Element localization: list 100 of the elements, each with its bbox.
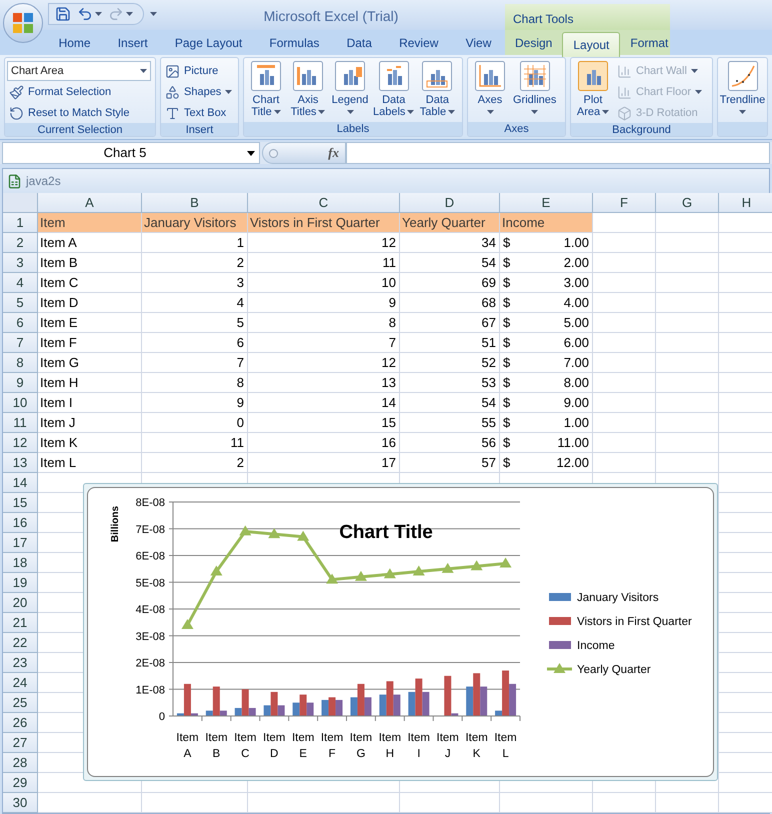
triangle-marker bbox=[442, 562, 454, 573]
trendline-icon bbox=[728, 61, 758, 91]
legend-icon bbox=[335, 61, 365, 91]
table-cell: 7 bbox=[142, 353, 248, 373]
column-header[interactable]: A bbox=[38, 193, 142, 213]
legend-line-icon bbox=[547, 663, 572, 673]
caret-icon bbox=[126, 12, 133, 16]
axis-title: Billions bbox=[110, 506, 121, 542]
column-header[interactable]: G bbox=[656, 193, 719, 213]
group-label: Background bbox=[571, 123, 712, 136]
ribbon-button[interactable]: Format Selection bbox=[7, 82, 151, 102]
column-header[interactable]: F bbox=[593, 193, 656, 213]
row-header[interactable]: 15 bbox=[3, 493, 38, 513]
column-header[interactable]: B bbox=[142, 193, 248, 213]
row-header[interactable]: 25 bbox=[3, 693, 38, 713]
ribbon-tab[interactable]: Review bbox=[393, 30, 444, 55]
table-cell: 15 bbox=[248, 413, 400, 433]
row-header[interactable]: 3 bbox=[3, 253, 38, 273]
column-header[interactable]: E bbox=[500, 193, 593, 213]
undo-icon[interactable] bbox=[77, 6, 93, 22]
row-header[interactable]: 11 bbox=[3, 413, 38, 433]
currency-symbol: $ bbox=[503, 434, 510, 452]
caret-icon bbox=[95, 12, 102, 16]
header-cell: Item bbox=[38, 213, 142, 233]
ribbon-button[interactable]: Axes bbox=[470, 60, 510, 122]
row-header[interactable]: 29 bbox=[3, 773, 38, 793]
ribbon-button[interactable]: Reset to Match Style bbox=[7, 103, 151, 123]
reset-icon bbox=[9, 106, 24, 120]
row-header[interactable]: 24 bbox=[3, 673, 38, 693]
row-header[interactable]: 4 bbox=[3, 273, 38, 293]
column-header[interactable]: D bbox=[400, 193, 500, 213]
row-header[interactable]: 21 bbox=[3, 613, 38, 633]
legend-label: January Visitors bbox=[577, 592, 659, 604]
name-box[interactable]: Chart 5 bbox=[2, 142, 260, 164]
row-header[interactable]: 1 bbox=[3, 213, 38, 233]
save-icon[interactable] bbox=[55, 6, 71, 22]
ribbon-tab[interactable]: Design bbox=[505, 30, 562, 55]
ribbon-button[interactable]: Legend bbox=[330, 60, 370, 122]
currency-symbol: $ bbox=[503, 334, 510, 352]
header-cell: Vistors in First Quarter bbox=[248, 213, 400, 233]
ribbon-button[interactable]: Plot Area bbox=[573, 60, 613, 122]
table-cell: 55 bbox=[400, 413, 500, 433]
group-label: Insert bbox=[161, 123, 238, 136]
row-header[interactable]: 9 bbox=[3, 373, 38, 393]
ribbon-button[interactable]: Data Labels bbox=[372, 60, 416, 122]
table-cell: Item A bbox=[38, 233, 142, 253]
paintbrush-icon bbox=[9, 84, 24, 100]
ribbon-button[interactable]: Axis Titles bbox=[288, 60, 328, 122]
row-header[interactable]: 22 bbox=[3, 633, 38, 653]
row-header[interactable]: 12 bbox=[3, 433, 38, 453]
tick-label: 8E-08 bbox=[136, 497, 165, 509]
row-header[interactable]: 20 bbox=[3, 593, 38, 613]
row-header[interactable]: 13 bbox=[3, 453, 38, 473]
ribbon-tab[interactable]: Home bbox=[52, 30, 97, 55]
row-header[interactable]: 16 bbox=[3, 513, 38, 533]
ribbon-tab[interactable]: View bbox=[460, 30, 498, 55]
ribbon-tab[interactable]: Page Layout bbox=[168, 30, 248, 55]
dropdown[interactable]: Chart Area bbox=[7, 61, 151, 81]
caret-icon bbox=[140, 69, 147, 73]
header-cell: Yearly Quarter bbox=[400, 213, 500, 233]
table-cell: 52 bbox=[400, 353, 500, 373]
row-header[interactable]: 2 bbox=[3, 233, 38, 253]
window-title: Microsoft Excel (Trial) bbox=[262, 7, 400, 26]
row-header[interactable]: 23 bbox=[3, 653, 38, 673]
row-header[interactable]: 5 bbox=[3, 293, 38, 313]
ribbon-button[interactable]: Shapes bbox=[163, 82, 234, 102]
triangle-marker bbox=[500, 558, 512, 568]
ribbon-tab[interactable]: Formulas bbox=[263, 30, 326, 55]
column-header[interactable]: C bbox=[248, 193, 400, 213]
ribbon-button[interactable]: Gridlines bbox=[512, 60, 558, 122]
row-header[interactable]: 17 bbox=[3, 533, 38, 553]
table-cell: 53 bbox=[400, 373, 500, 393]
triangle-marker bbox=[354, 570, 367, 581]
group-label: Axes bbox=[468, 122, 565, 136]
row-header[interactable]: 7 bbox=[3, 333, 38, 353]
ribbon-button[interactable]: Text Box bbox=[163, 103, 234, 123]
formula-input[interactable] bbox=[346, 142, 770, 164]
row-header[interactable]: 28 bbox=[3, 753, 38, 773]
row-header[interactable]: 27 bbox=[3, 733, 38, 753]
ribbon-tab[interactable]: Data bbox=[340, 30, 378, 55]
function-button[interactable]: fx bbox=[328, 143, 339, 163]
column-header[interactable]: H bbox=[719, 193, 772, 213]
row-header[interactable]: 6 bbox=[3, 313, 38, 333]
ribbon-tab[interactable]: Format bbox=[620, 30, 678, 55]
table-cell: 7 bbox=[248, 333, 400, 353]
ribbon-button[interactable]: Chart Title bbox=[246, 60, 286, 122]
row-header[interactable]: 30 bbox=[3, 793, 38, 813]
ribbon-button[interactable]: Picture bbox=[163, 61, 234, 81]
gridlines-icon bbox=[520, 61, 550, 91]
row-header[interactable]: 19 bbox=[3, 573, 38, 593]
row-header[interactable]: 14 bbox=[3, 473, 38, 493]
ribbon-button[interactable]: Trendline bbox=[720, 60, 765, 122]
row-header[interactable]: 26 bbox=[3, 713, 38, 733]
ribbon-tab[interactable]: Insert bbox=[112, 30, 154, 55]
picture-icon bbox=[165, 64, 180, 78]
row-header[interactable]: 10 bbox=[3, 393, 38, 413]
row-header[interactable]: 18 bbox=[3, 553, 38, 573]
ribbon-tab[interactable]: Layout bbox=[562, 32, 620, 57]
row-header[interactable]: 8 bbox=[3, 353, 38, 373]
ribbon-button[interactable]: Data Table bbox=[417, 60, 458, 122]
